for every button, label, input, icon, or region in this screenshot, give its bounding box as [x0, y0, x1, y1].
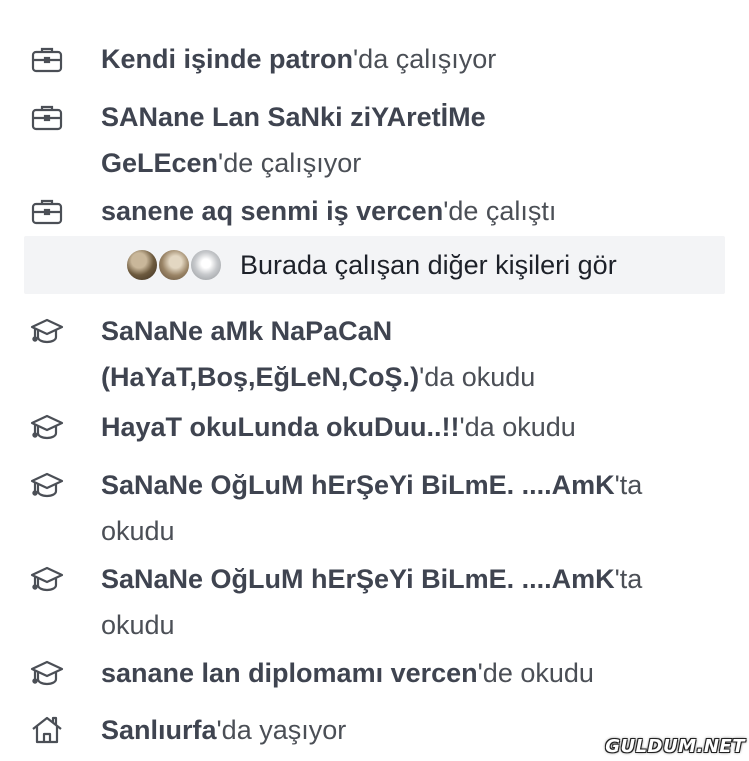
avatar [157, 248, 191, 282]
work-suffix: 'da çalışıyor [353, 44, 497, 74]
education-text: SaNaNe OğLuM hErŞeYi BiLmE. ....AmK'ta o… [101, 556, 691, 648]
work-text: Kendi işinde patron'da çalışıyor [101, 36, 727, 82]
work-suffix: 'de çalışıyor [218, 148, 362, 178]
education-suffix: 'da okudu [459, 412, 576, 442]
education-suffix: 'da okudu [419, 362, 536, 392]
graduation-cap-icon [30, 316, 64, 346]
work-text: sanene aq senmi iş vercen'de çalıştı [101, 188, 727, 234]
education-text: SaNaNe OğLuM hErŞeYi BiLmE. ....AmK'ta o… [101, 462, 691, 554]
graduation-cap-icon [30, 564, 64, 594]
avatar [189, 248, 223, 282]
graduation-cap-icon [30, 412, 64, 442]
city-suffix: 'da yaşıyor [216, 715, 347, 745]
work-suffix: 'de çalıştı [443, 196, 557, 226]
school-link[interactable]: SaNaNe OğLuM hErŞeYi BiLmE. ....AmK [101, 470, 615, 500]
city-link[interactable]: Sanlıurfa [101, 715, 217, 745]
school-link[interactable]: SaNaNe aMk NaPaCaN (HaYaT,Boş,EğLeN,CoŞ.… [101, 316, 419, 392]
education-suffix: 'de okudu [477, 658, 594, 688]
workplace-link[interactable]: Kendi işinde patron [101, 44, 353, 74]
see-coworkers-button[interactable]: Burada çalışan diğer kişileri gör [24, 236, 725, 294]
education-text: HayaT okuLunda okuDuu..!!'da okudu [101, 404, 727, 450]
briefcase-icon [30, 196, 64, 226]
see-coworkers-label: Burada çalışan diğer kişileri gör [240, 250, 617, 280]
school-link[interactable]: sanane lan diplomamı vercen [101, 658, 478, 688]
education-text: SaNaNe aMk NaPaCaN (HaYaT,Boş,EğLeN,CoŞ.… [101, 308, 601, 400]
briefcase-icon [30, 44, 64, 74]
workplace-link[interactable]: sanene aq senmi iş vercen [101, 196, 443, 226]
briefcase-icon [30, 102, 64, 132]
school-link[interactable]: SaNaNe OğLuM hErŞeYi BiLmE. ....AmK [101, 564, 615, 594]
graduation-cap-icon [30, 470, 64, 500]
watermark: GULDUM.NET [605, 736, 745, 757]
education-text: sanane lan diplomamı vercen'de okudu [101, 650, 727, 696]
avatar [125, 248, 159, 282]
coworker-avatars [125, 248, 233, 282]
school-link[interactable]: HayaT okuLunda okuDuu..!! [101, 412, 460, 442]
graduation-cap-icon [30, 658, 64, 688]
house-icon [30, 715, 64, 745]
work-text: SANane Lan SaNki ziYAretİMe GeLEcen'de ç… [101, 94, 541, 186]
